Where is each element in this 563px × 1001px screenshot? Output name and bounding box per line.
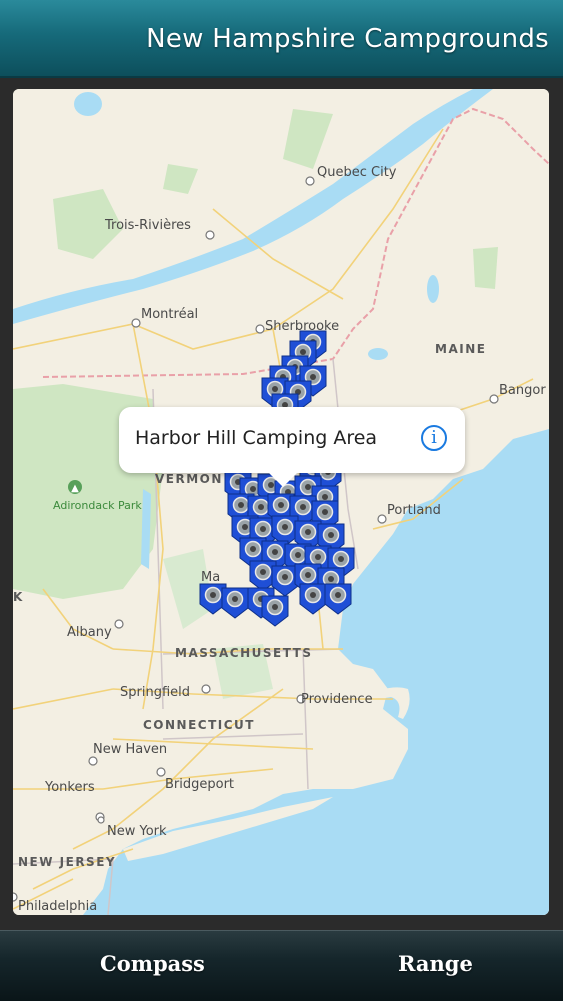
label-k-partial: K xyxy=(13,590,24,604)
label-springfield: Springfield xyxy=(120,685,190,700)
callout-campground-name[interactable]: Harbor Hill Camping Area xyxy=(135,427,377,449)
label-connecticut: CONNECTICUT xyxy=(143,718,255,732)
map-canvas[interactable]: ▲ Quebec City Trois-Rivières Montréal Sh… xyxy=(13,89,549,915)
label-montreal: Montréal xyxy=(141,307,198,322)
label-quebec-city: Quebec City xyxy=(317,165,397,180)
campground-callout[interactable]: Harbor Hill Camping Area i xyxy=(119,407,465,487)
label-maine: MAINE xyxy=(435,342,486,356)
bottom-toolbar: Compass Range xyxy=(0,930,563,1001)
label-albany: Albany xyxy=(67,625,112,640)
info-icon[interactable]: i xyxy=(421,425,447,451)
label-bridgeport: Bridgeport xyxy=(165,777,234,792)
svg-text:▲: ▲ xyxy=(71,483,79,494)
label-philadelphia: Philadelphia xyxy=(18,899,97,914)
label-massachusetts: MASSACHUSETTS xyxy=(175,646,312,660)
label-yonkers: Yonkers xyxy=(44,780,95,795)
label-vermont: VERMON xyxy=(155,472,223,486)
label-new-jersey: NEW JERSEY xyxy=(18,855,116,869)
label-portland: Portland xyxy=(387,503,441,518)
map-view[interactable]: ▲ Quebec City Trois-Rivières Montréal Sh… xyxy=(13,89,549,915)
label-new-york: New York xyxy=(107,824,167,839)
app-title: New Hampshire Campgrounds xyxy=(146,24,549,54)
label-trois-rivieres: Trois-Rivières xyxy=(104,218,191,233)
label-ma-partial: Ma xyxy=(201,570,220,585)
label-providence: Providence xyxy=(301,692,373,707)
label-new-haven: New Haven xyxy=(93,742,167,757)
label-adirondack-park: Adirondack Park xyxy=(53,499,142,512)
compass-button[interactable]: Compass xyxy=(100,951,205,976)
app-header: New Hampshire Campgrounds xyxy=(0,0,563,78)
range-button[interactable]: Range xyxy=(398,951,473,976)
label-bangor: Bangor xyxy=(499,383,546,398)
